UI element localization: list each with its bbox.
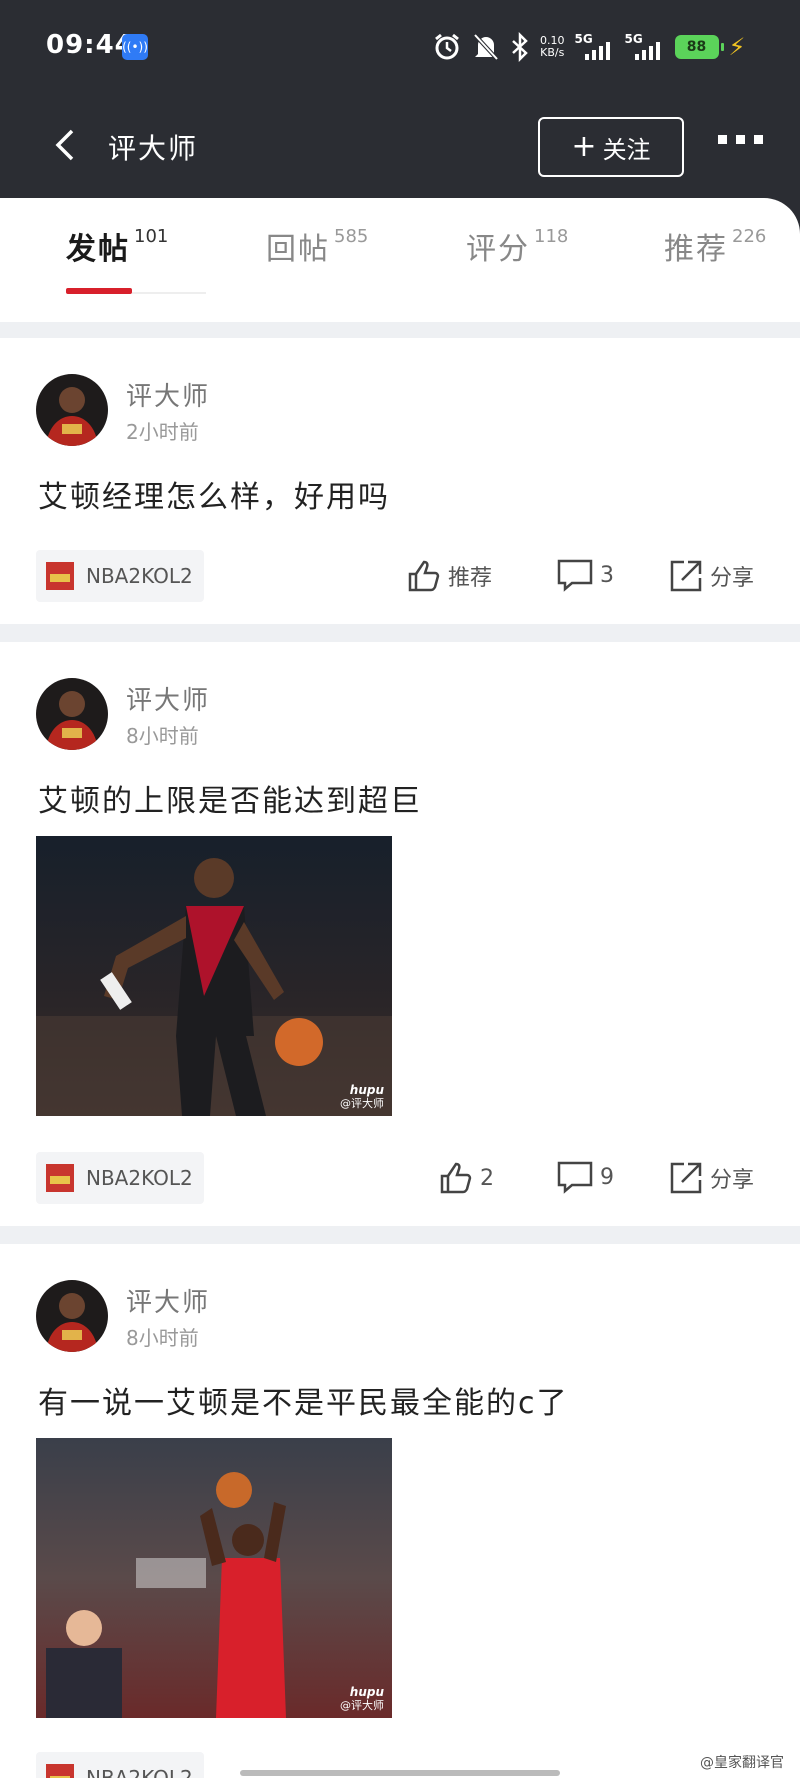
tab-divider [132, 292, 206, 294]
post-actions: NBA2KOL2 推荐 3 分享 [0, 550, 800, 604]
chevron-left-icon [55, 129, 74, 161]
watermark-logo: hupu [349, 1685, 384, 1699]
watermark-credit: @评大师 [340, 1097, 384, 1110]
tab-label: 评分 [466, 232, 530, 267]
post-card[interactable]: 评大师 8小时前 艾顿的上限是否能达到超巨 hupu @评大师 NBA2KOL2 [0, 642, 800, 1226]
charging-icon: ⚡ [728, 33, 746, 61]
tab-label: 回帖 [266, 232, 330, 267]
avatar[interactable] [36, 678, 108, 750]
tab-count: 118 [534, 226, 569, 247]
section-divider [0, 624, 800, 642]
image-watermark: hupu @评大师 [340, 1083, 384, 1111]
tab-bar: 发帖 101 回帖 585 评分 118 推荐 226 [0, 198, 800, 322]
page-title: 评大师 [108, 132, 199, 165]
tab-count: 226 [732, 226, 767, 247]
tab-count: 585 [334, 226, 369, 247]
avatar[interactable] [36, 374, 108, 446]
watermark-credit: @评大师 [340, 1699, 384, 1712]
share-icon [670, 560, 702, 592]
back-button[interactable] [48, 125, 84, 165]
more-dot [736, 135, 745, 144]
share-icon [670, 1162, 702, 1194]
more-button[interactable] [718, 135, 763, 144]
forum-tag-label: NBA2KOL2 [86, 1766, 193, 1778]
tab-label: 发帖 [66, 232, 130, 267]
status-bar: 09:44 ((•)) 0.10 KB/s 5G 5G 88 ⚡ [0, 0, 800, 95]
hotspot-icon: ((•)) [122, 34, 148, 60]
bluetooth-icon [512, 32, 528, 62]
tabs-container: 发帖 101 回帖 585 评分 118 推荐 226 [0, 198, 800, 322]
signal-5g-2: 5G [625, 32, 665, 62]
tab-label: 推荐 [664, 232, 728, 267]
comment-icon [557, 559, 593, 592]
forum-logo-icon [46, 1764, 74, 1778]
status-time: 09:44 [46, 30, 134, 60]
more-dot [718, 135, 727, 144]
forum-tag[interactable]: NBA2KOL2 [36, 550, 204, 602]
tab-recommended[interactable]: 推荐 226 [664, 224, 766, 274]
like-button[interactable]: 2 [438, 1160, 494, 1196]
post-image[interactable]: hupu @评大师 [36, 1438, 392, 1718]
share-button[interactable]: 分享 [668, 1160, 754, 1196]
recommend-label: 推荐 [448, 566, 493, 591]
follow-button[interactable]: + 关注 [538, 117, 684, 177]
comment-count: 9 [600, 1164, 614, 1190]
forum-logo-icon [46, 562, 74, 590]
section-divider [0, 1226, 800, 1244]
post-author[interactable]: 评大师 [126, 376, 210, 413]
thumbs-up-icon [440, 1162, 472, 1194]
share-button[interactable]: 分享 [668, 558, 754, 594]
share-label: 分享 [710, 1168, 755, 1193]
watermark-logo: hupu [349, 1083, 384, 1097]
tab-posts[interactable]: 发帖 101 [66, 224, 168, 274]
follow-label: 关注 [602, 135, 651, 164]
comment-count: 3 [600, 562, 614, 588]
forum-logo-icon [46, 1164, 74, 1192]
comment-button[interactable]: 9 [556, 1160, 614, 1194]
comment-icon [557, 1161, 593, 1194]
post-author[interactable]: 评大师 [126, 680, 210, 717]
mute-bell-icon [473, 33, 499, 61]
post-time: 2小时前 [126, 420, 199, 444]
signal-5g-1: 5G [575, 32, 615, 62]
net-speed-unit: KB/s [540, 46, 565, 59]
more-dot [754, 135, 763, 144]
battery-indicator: 88 [674, 35, 724, 59]
post-time: 8小时前 [126, 724, 199, 748]
tab-count: 101 [134, 226, 169, 247]
forum-tag-label: NBA2KOL2 [86, 564, 193, 588]
forum-tag[interactable]: NBA2KOL2 [36, 1152, 204, 1204]
nav-bar: 评大师 + 关注 [0, 95, 800, 198]
post-image[interactable]: hupu @评大师 [36, 836, 392, 1116]
network-speed: 0.10 KB/s [540, 35, 565, 59]
image-watermark: hupu @评大师 [340, 1685, 384, 1713]
plus-icon: + [571, 129, 597, 164]
comment-button[interactable]: 3 [556, 558, 614, 592]
recommend-button[interactable]: 推荐 [406, 558, 492, 594]
share-label: 分享 [710, 566, 755, 591]
post-title[interactable]: 艾顿的上限是否能达到超巨 [38, 776, 422, 820]
post-time: 8小时前 [126, 1326, 199, 1350]
home-indicator [240, 1770, 560, 1776]
post-actions: NBA2KOL2 2 9 分享 [0, 1152, 800, 1206]
thumbs-up-icon [408, 560, 440, 592]
post-author[interactable]: 评大师 [126, 1282, 210, 1319]
footer-credit: @皇家翻译官 [700, 1755, 784, 1771]
forum-tag[interactable]: NBA2KOL2 [36, 1752, 204, 1778]
post-card[interactable]: 评大师 8小时前 有一说一艾顿是不是平民最全能的c了 hupu @评大师 NBA… [0, 1244, 800, 1778]
avatar[interactable] [36, 1280, 108, 1352]
alarm-icon [435, 33, 459, 60]
forum-tag-label: NBA2KOL2 [86, 1166, 193, 1190]
tab-ratings[interactable]: 评分 118 [466, 224, 568, 274]
tab-replies[interactable]: 回帖 585 [266, 224, 368, 274]
post-card[interactable]: 评大师 2小时前 艾顿经理怎么样，好用吗 NBA2KOL2 推荐 3 分享 [0, 338, 800, 624]
section-divider [0, 322, 800, 338]
status-icons: 0.10 KB/s 5G 5G 88 ⚡ [432, 30, 745, 64]
post-title[interactable]: 有一说一艾顿是不是平民最全能的c了 [38, 1378, 569, 1422]
post-title[interactable]: 艾顿经理怎么样，好用吗 [38, 472, 390, 516]
active-tab-indicator [66, 288, 132, 294]
like-count: 2 [480, 1165, 494, 1191]
